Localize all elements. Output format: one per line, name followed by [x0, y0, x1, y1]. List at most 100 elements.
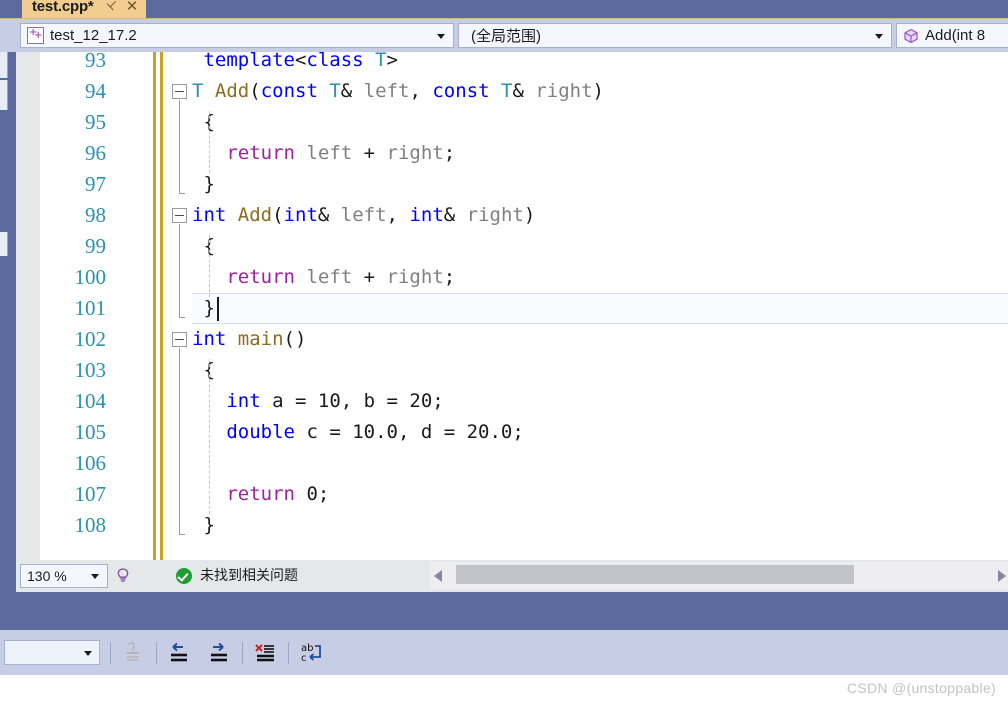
outlining-guide-line	[179, 100, 180, 193]
code-token: <	[294, 52, 307, 71]
code-token: template	[203, 52, 295, 71]
word-wrap-icon[interactable]: ab c	[296, 638, 326, 668]
code-token: ;	[443, 266, 456, 288]
clear-all-icon[interactable]	[250, 638, 280, 668]
code-line[interactable]: return 0;	[226, 479, 329, 510]
bottom-panel-toolbar: ab c	[0, 630, 1008, 675]
line-number: 105	[74, 420, 107, 444]
outlining-guide-line	[179, 348, 180, 534]
indent-guide	[209, 359, 211, 514]
code-line[interactable]: int Add(int& left, int& right)	[192, 200, 535, 231]
line-number: 102	[74, 327, 107, 351]
zoom-level-dropdown[interactable]: 130 %	[20, 564, 108, 588]
code-token: T	[329, 80, 341, 102]
code-line[interactable]: return left + right;	[226, 138, 455, 169]
code-token: right	[386, 266, 444, 288]
indent-guide	[209, 111, 211, 173]
collapse-region-button[interactable]	[172, 332, 187, 347]
indent-right-icon[interactable]	[204, 638, 234, 668]
code-token: }	[203, 173, 215, 195]
editor-tab-strip: test.cpp* ┴ ✕	[0, 0, 1008, 18]
arrow-left-icon[interactable]	[434, 570, 442, 582]
code-line[interactable]: return left + right;	[226, 262, 455, 293]
code-token: +	[352, 266, 387, 288]
code-token: 0	[306, 483, 318, 505]
line-number: 94	[85, 79, 106, 103]
line-number: 107	[74, 482, 107, 506]
project-dropdown-label: test_12_17.2	[50, 27, 137, 44]
line-number: 101	[74, 296, 107, 320]
code-token: left	[340, 204, 387, 226]
auto-hide-tab-stub[interactable]	[0, 80, 8, 110]
code-token: }	[203, 514, 215, 536]
code-token: int	[409, 204, 444, 226]
collapse-region-button[interactable]	[172, 208, 187, 223]
code-token: int	[192, 328, 227, 350]
stamp-icon[interactable]	[118, 638, 148, 668]
editor-tab-test-cpp[interactable]: test.cpp* ┴ ✕	[22, 0, 147, 18]
code-token: (	[249, 80, 261, 102]
code-text-area[interactable]: template<class T> T Add(const T& left, co…	[192, 52, 1008, 560]
code-token: left	[306, 266, 353, 288]
member-dropdown[interactable]: Add(int 8	[896, 23, 1008, 48]
code-token: int	[283, 204, 318, 226]
output-source-dropdown[interactable]	[4, 640, 100, 665]
code-line[interactable]: T Add(const T& left, const T& right)	[192, 76, 604, 107]
outlining-guide-line	[179, 224, 180, 317]
text-caret	[216, 297, 219, 321]
code-line[interactable]: int a = 10, b = 20;	[226, 386, 443, 417]
close-icon[interactable]: ✕	[126, 0, 139, 14]
svg-text:c: c	[301, 653, 307, 664]
arrow-right-icon[interactable]	[998, 570, 1006, 582]
indent-left-icon[interactable]	[164, 638, 194, 668]
scrollbar-thumb[interactable]	[456, 565, 854, 584]
code-editor[interactable]: 93 94 95 96 97 98 99 100 101 102 103 104 105 106 107 10…	[16, 52, 1008, 560]
chevron-down-icon[interactable]	[437, 33, 445, 39]
code-line[interactable]: template<class T>	[203, 52, 398, 76]
outlining-guide-foot	[179, 193, 185, 194]
chevron-down-icon[interactable]	[875, 33, 883, 39]
pin-icon[interactable]: ┴	[102, 0, 119, 15]
indicator-margin[interactable]	[16, 52, 40, 560]
tab-title: test.cpp*	[32, 0, 94, 15]
lightbulb-icon[interactable]	[114, 567, 132, 585]
chevron-down-icon[interactable]	[84, 650, 92, 656]
toolbar-separator	[110, 642, 111, 664]
code-line[interactable]: }	[203, 510, 214, 541]
collapse-region-button[interactable]	[172, 84, 187, 99]
code-token: main	[237, 328, 284, 350]
code-line[interactable]: }	[203, 293, 214, 324]
line-number: 103	[74, 358, 107, 382]
line-number: 97	[85, 172, 106, 196]
code-token: class	[306, 52, 364, 71]
outlining-margin[interactable]	[168, 52, 192, 560]
code-line[interactable]: double c = 10.0, d = 20.0;	[226, 417, 523, 448]
code-line[interactable]: }	[203, 169, 214, 200]
code-token: a = 10, b = 20;	[272, 390, 444, 412]
code-token: T	[192, 80, 204, 102]
outlining-guide-foot	[179, 317, 185, 318]
project-dropdown[interactable]: test_12_17.2	[20, 23, 454, 48]
chevron-down-icon[interactable]	[91, 574, 99, 579]
line-number: 95	[85, 110, 106, 134]
auto-hide-tab-stub[interactable]	[0, 52, 8, 78]
horizontal-scrollbar[interactable]	[430, 562, 1008, 589]
code-line[interactable]: int main()	[192, 324, 306, 355]
auto-hide-tab-stub[interactable]	[0, 232, 8, 256]
toolbar-separator	[288, 642, 289, 664]
scope-dropdown-label: (全局范围)	[471, 28, 541, 45]
line-number-gutter: 93 94 95 96 97 98 99 100 101 102 103 104 105 106 107 10…	[40, 52, 118, 560]
change-bar	[160, 52, 163, 560]
scope-dropdown[interactable]: (全局范围)	[458, 23, 892, 48]
code-token: right	[535, 80, 593, 102]
code-token: return	[226, 483, 295, 505]
code-token: left	[363, 80, 410, 102]
code-token: return	[226, 266, 295, 288]
code-token: (	[272, 204, 284, 226]
code-token: )	[592, 80, 604, 102]
